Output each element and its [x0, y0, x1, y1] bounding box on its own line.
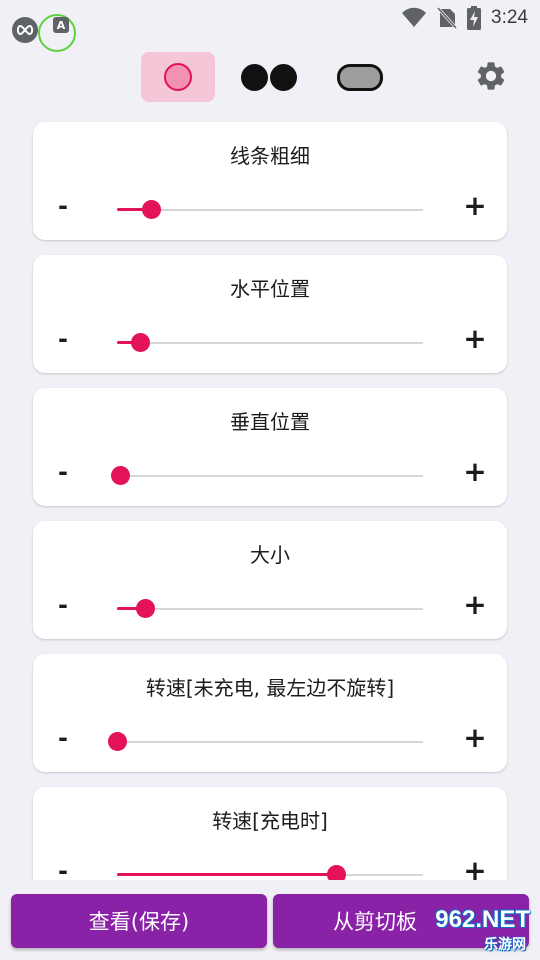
shape-toolbar — [0, 52, 540, 102]
increase-button[interactable]: + — [463, 591, 487, 619]
slider-track — [117, 741, 423, 743]
setting-title: 垂直位置 — [230, 410, 310, 434]
setting-title: 转速[充电时] — [212, 809, 328, 833]
slider-thumb[interactable] — [135, 599, 155, 618]
slider-track — [117, 209, 423, 211]
slider-track — [117, 475, 423, 477]
increase-button[interactable]: + — [463, 458, 487, 486]
value-slider[interactable] — [108, 732, 423, 752]
infinity-app-icon — [12, 17, 38, 43]
pill-shape-button[interactable] — [323, 52, 397, 102]
value-slider[interactable] — [117, 200, 423, 220]
no-sim-icon — [437, 7, 458, 29]
setting-title: 水平位置 — [230, 277, 310, 301]
decrease-button[interactable]: - — [53, 460, 73, 488]
dual-circle-shape-button[interactable] — [232, 52, 306, 102]
circle-shape-icon — [164, 63, 192, 91]
gear-icon[interactable] — [474, 59, 508, 93]
setting-title: 大小 — [250, 543, 290, 567]
slider-thumb[interactable] — [141, 200, 161, 219]
slider-thumb[interactable] — [130, 333, 150, 352]
slider-thumb[interactable] — [111, 466, 131, 485]
setting-card: 水平位置 - + — [33, 255, 507, 373]
setting-card: 转速[未充电, 最左边不旋转] - + — [33, 654, 507, 772]
a-badge-icon: A — [53, 17, 69, 33]
value-slider[interactable] — [117, 333, 423, 353]
dual-circle-shape-icon — [241, 63, 297, 91]
setting-card: 线条粗细 - + — [33, 122, 507, 240]
battery-charging-icon — [467, 6, 482, 30]
watermark-sub: 乐游网 — [484, 937, 526, 953]
slider-thumb[interactable] — [108, 732, 127, 751]
slider-track — [117, 342, 423, 344]
circle-shape-button[interactable] — [141, 52, 215, 102]
setting-card: 垂直位置 - + — [33, 388, 507, 506]
slider-fill — [117, 873, 336, 876]
pill-shape-icon — [337, 63, 383, 91]
bottom-action-bar: 查看(保存) 从剪切板 962.NET 乐游网 — [0, 880, 540, 960]
decrease-button[interactable]: - — [53, 593, 73, 621]
slider-track — [117, 608, 423, 610]
setting-card: 大小 - + — [33, 521, 507, 639]
view-save-button[interactable]: 查看(保存) — [11, 894, 267, 948]
watermark-number: 962.NET — [435, 906, 530, 933]
increase-button[interactable]: + — [463, 325, 487, 353]
watermark-logo: 962.NET 乐游网 — [422, 906, 532, 954]
setting-title: 线条粗细 — [230, 144, 310, 168]
status-bar: A 3:24 — [0, 0, 540, 52]
decrease-button[interactable]: - — [53, 726, 73, 754]
status-time: 3:24 — [491, 7, 528, 28]
wifi-icon — [402, 7, 427, 27]
decrease-button[interactable]: - — [53, 327, 73, 355]
increase-button[interactable]: + — [463, 724, 487, 752]
decrease-button[interactable]: - — [53, 194, 73, 222]
value-slider[interactable] — [111, 466, 423, 486]
value-slider[interactable] — [117, 599, 423, 619]
setting-title: 转速[未充电, 最左边不旋转] — [145, 676, 395, 700]
increase-button[interactable]: + — [463, 192, 487, 220]
